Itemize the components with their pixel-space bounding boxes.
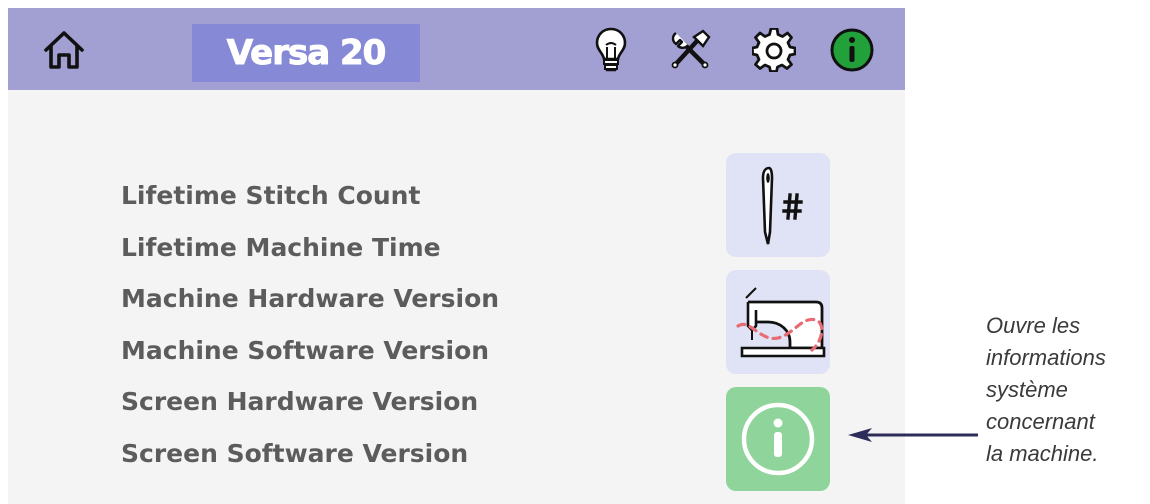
info-item-screen-software-version: Screen Software Version (121, 438, 469, 468)
annotation-text: Ouvre les informations système concernan… (986, 310, 1150, 470)
settings-button[interactable] (744, 20, 804, 80)
info-item-lifetime-machine-time: Lifetime Machine Time (121, 232, 441, 262)
stitch-count-card[interactable] (726, 153, 830, 257)
tools-icon (671, 29, 711, 69)
page: Versa 20 Lifetime Stitch Count Lifetime … (0, 0, 1150, 504)
info-item-lifetime-stitch-count: Lifetime Stitch Count (121, 181, 421, 210)
machine-title: Versa 20 (226, 33, 387, 74)
lightbulb-icon (595, 27, 627, 72)
tips-button[interactable] (586, 20, 636, 80)
machine-screen: Versa 20 Lifetime Stitch Count Lifetime … (8, 8, 905, 504)
annotation-line: système (986, 377, 1068, 402)
system-info-list: Lifetime Stitch Count Lifetime Machine T… (121, 170, 499, 479)
tools-button[interactable] (660, 20, 720, 80)
info-item-screen-hardware-version: Screen Hardware Version (121, 387, 479, 416)
home-icon (44, 31, 84, 69)
system-info-card[interactable] (726, 387, 830, 491)
info-icon (830, 28, 874, 72)
annotation-line: Ouvre les (986, 313, 1081, 338)
info-icon (741, 402, 815, 476)
info-button-active[interactable] (822, 20, 882, 80)
needle-hash-icon (761, 166, 803, 245)
info-item-machine-hardware-version: Machine Hardware Version (121, 284, 500, 313)
sewing-machine-icon (736, 287, 826, 358)
top-bar: Versa 20 (8, 8, 905, 90)
info-item-machine-software-version: Machine Software Version (121, 335, 490, 365)
machine-card[interactable] (726, 270, 830, 374)
home-button[interactable] (36, 20, 92, 80)
gear-icon (752, 28, 796, 72)
annotation-arrow (848, 428, 978, 442)
annotation-line: la machine. (986, 441, 1099, 466)
machine-title-box: Versa 20 (192, 24, 420, 82)
annotation-line: informations (986, 345, 1106, 370)
annotation-line: concernant (986, 409, 1095, 434)
